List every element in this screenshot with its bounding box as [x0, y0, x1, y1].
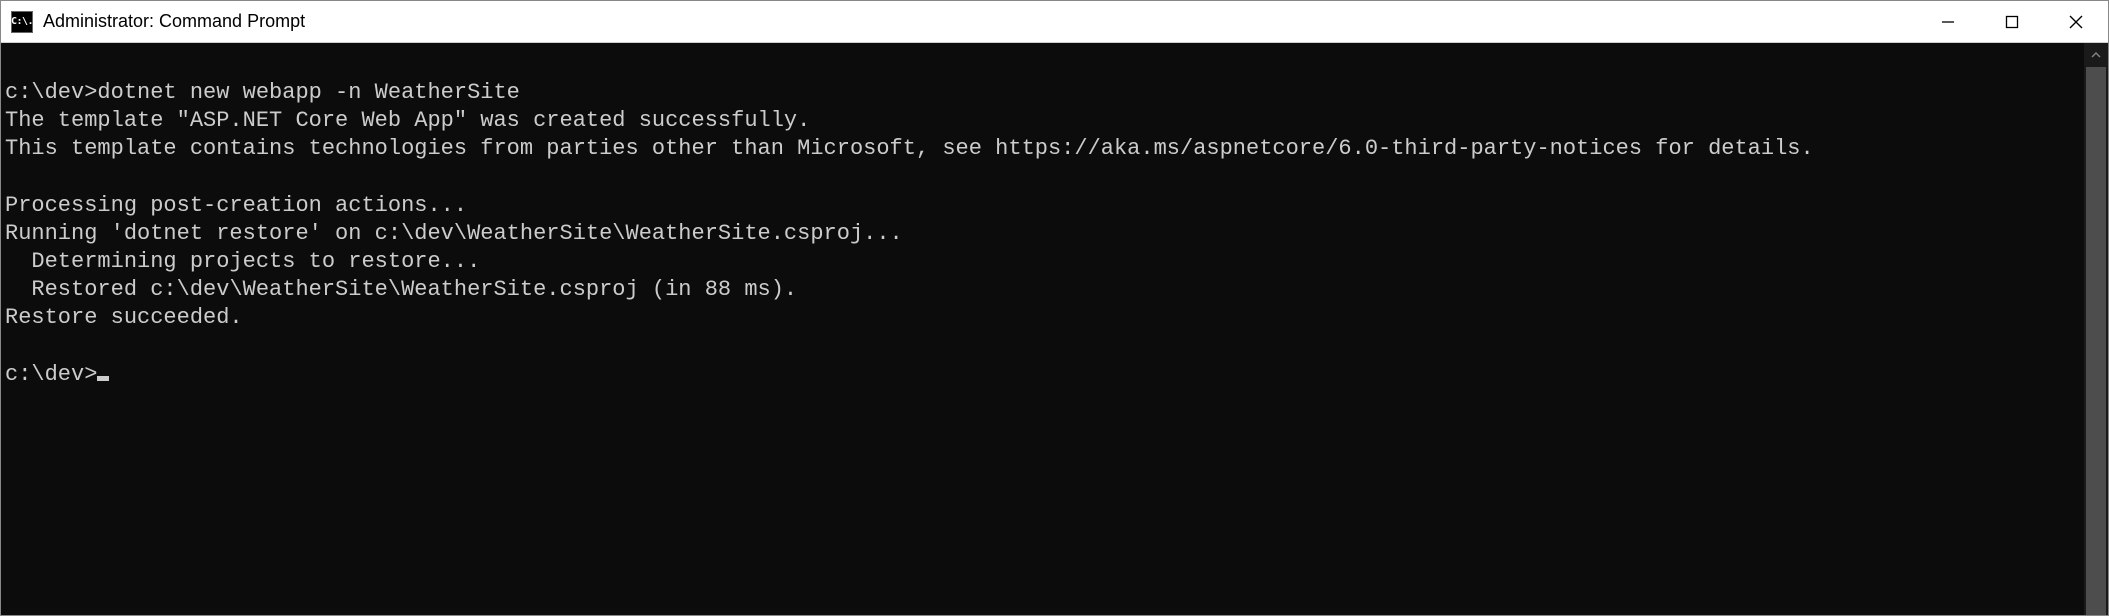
minimize-button[interactable]: [1916, 1, 1980, 42]
terminal-wrapper: c:\dev>dotnet new webapp -n WeatherSite …: [1, 43, 2108, 615]
terminal-cursor: [97, 376, 109, 381]
titlebar: C:\. Administrator: Command Prompt: [1, 1, 2108, 43]
scrollbar-up-button[interactable]: [2084, 43, 2108, 67]
vertical-scrollbar[interactable]: [2084, 43, 2108, 615]
command-prompt-icon: C:\.: [11, 11, 33, 33]
minimize-icon: [1940, 14, 1956, 30]
close-button[interactable]: [2044, 1, 2108, 42]
maximize-button[interactable]: [1980, 1, 2044, 42]
maximize-icon: [2004, 14, 2020, 30]
close-icon: [2068, 14, 2084, 30]
scrollbar-thumb[interactable]: [2086, 67, 2106, 615]
terminal-output[interactable]: c:\dev>dotnet new webapp -n WeatherSite …: [1, 43, 2084, 615]
terminal-prompt: c:\dev>: [5, 362, 97, 387]
window-controls: [1916, 1, 2108, 42]
command-prompt-window: C:\. Administrator: Command Prompt: [0, 0, 2109, 616]
chevron-up-icon: [2090, 49, 2102, 61]
window-title: Administrator: Command Prompt: [43, 11, 1916, 32]
terminal-text: c:\dev>dotnet new webapp -n WeatherSite …: [5, 80, 1814, 330]
